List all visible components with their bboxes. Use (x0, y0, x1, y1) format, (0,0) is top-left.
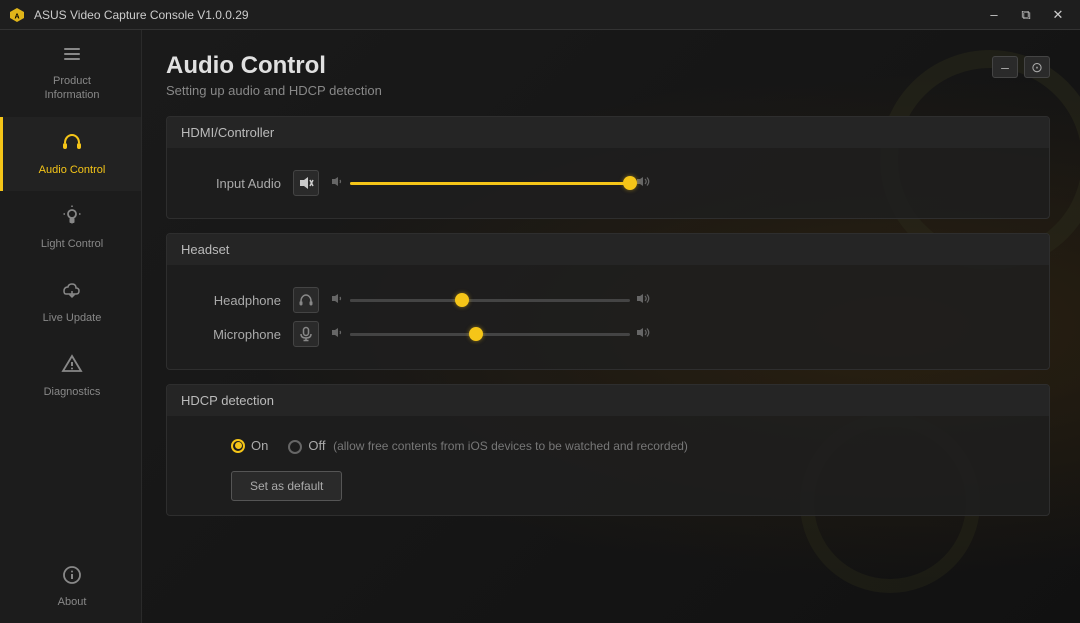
page-header-controls: – ⊙ (992, 56, 1050, 78)
headphone-vol-low-icon (331, 292, 344, 308)
sidebar-spacer (0, 414, 141, 551)
set-as-default-button[interactable]: Set as default (231, 471, 342, 501)
hdcp-section-body: On Off (allow free contents from iOS dev… (167, 416, 1049, 515)
app-title: ASUS Video Capture Console V1.0.0.29 (34, 8, 980, 22)
cloud-icon (61, 279, 83, 305)
microphone-row: Microphone (191, 321, 1025, 347)
headphone-label: Headphone (191, 293, 281, 308)
sidebar-item-light-control[interactable]: Light Control (0, 191, 141, 265)
sidebar-diagnostics-label: Diagnostics (44, 385, 101, 399)
hdcp-on-radio-dot (235, 442, 242, 449)
sidebar: ProductInformation Audio Control (0, 30, 142, 623)
vol-low-icon (331, 175, 344, 191)
headphone-vol-high-icon (636, 292, 651, 308)
header-expand-button[interactable]: ⊙ (1024, 56, 1050, 78)
mic-vol-high-icon (636, 326, 651, 342)
sidebar-about-label: About (58, 595, 87, 609)
input-audio-mute-button[interactable] (293, 170, 319, 196)
headphone-slider-container (331, 292, 651, 308)
content-area: Audio Control Setting up audio and HDCP … (142, 30, 1080, 623)
microphone-slider-container (331, 326, 651, 342)
microphone-label: Microphone (191, 327, 281, 342)
vol-high-icon (636, 175, 651, 191)
hdmi-section-body: Input Audio (167, 148, 1049, 218)
headset-section-body: Headphone (167, 265, 1049, 369)
hdcp-on-option[interactable]: On (231, 438, 268, 453)
page-header: Audio Control Setting up audio and HDCP … (166, 52, 1050, 98)
content-inner: Audio Control Setting up audio and HDCP … (142, 30, 1080, 550)
sidebar-item-product-information[interactable]: ProductInformation (0, 30, 141, 117)
close-button[interactable]: ✕ (1044, 5, 1072, 25)
hdcp-off-option[interactable]: Off (allow free contents from iOS device… (288, 438, 688, 455)
sidebar-item-diagnostics[interactable]: Diagnostics (0, 339, 141, 413)
titlebar: A ASUS Video Capture Console V1.0.0.29 –… (0, 0, 1080, 30)
hdcp-section-header: HDCP detection (167, 385, 1049, 416)
light-icon (61, 205, 83, 231)
window-controls: – ⧉ ✕ (980, 5, 1072, 25)
headset-section-header: Headset (167, 234, 1049, 265)
headphone-slider[interactable] (350, 299, 630, 302)
hdcp-description: (allow free contents from iOS devices to… (333, 439, 688, 453)
sidebar-light-label: Light Control (41, 237, 103, 251)
app-logo: A (8, 6, 26, 24)
hdcp-section: HDCP detection On Off (166, 384, 1050, 516)
headphone-icon-button[interactable] (293, 287, 319, 313)
headphone-row: Headphone (191, 287, 1025, 313)
diagnostics-icon (61, 353, 83, 379)
input-audio-label: Input Audio (191, 176, 281, 191)
hdcp-on-radio[interactable] (231, 439, 245, 453)
headset-section: Headset Headphone (166, 233, 1050, 370)
menu-icon (62, 44, 82, 68)
page-subtitle: Setting up audio and HDCP detection (166, 83, 382, 98)
mic-vol-low-icon (331, 326, 344, 342)
sidebar-item-audio-control[interactable]: Audio Control (0, 117, 141, 191)
hdcp-off-block: Off (allow free contents from iOS device… (308, 438, 688, 455)
minimize-button[interactable]: – (980, 5, 1008, 25)
microphone-slider[interactable] (350, 333, 630, 336)
hdcp-options-row: On Off (allow free contents from iOS dev… (231, 430, 1025, 463)
sidebar-item-about[interactable]: About (0, 551, 141, 623)
sidebar-product-label: ProductInformation (44, 74, 99, 103)
sidebar-live-label: Live Update (43, 311, 102, 325)
input-audio-slider[interactable] (350, 182, 630, 185)
microphone-icon-button[interactable] (293, 321, 319, 347)
info-icon (62, 565, 82, 589)
hdmi-section-header: HDMI/Controller (167, 117, 1049, 148)
svg-text:A: A (14, 13, 19, 20)
input-audio-slider-container (331, 175, 651, 191)
hdcp-on-label: On (251, 438, 268, 453)
hdmi-section: HDMI/Controller Input Audio (166, 116, 1050, 219)
sidebar-audio-label: Audio Control (39, 163, 106, 177)
page-title-block: Audio Control Setting up audio and HDCP … (166, 52, 382, 98)
restore-button[interactable]: ⧉ (1012, 5, 1040, 25)
header-minimize-button[interactable]: – (992, 56, 1018, 78)
headphone-icon (61, 131, 83, 157)
sidebar-item-live-update[interactable]: Live Update (0, 265, 141, 339)
input-audio-row: Input Audio (191, 170, 1025, 196)
app-container: ProductInformation Audio Control (0, 30, 1080, 623)
hdcp-off-radio[interactable] (288, 440, 302, 454)
page-title: Audio Control (166, 52, 382, 80)
hdcp-off-label: Off (308, 438, 325, 453)
